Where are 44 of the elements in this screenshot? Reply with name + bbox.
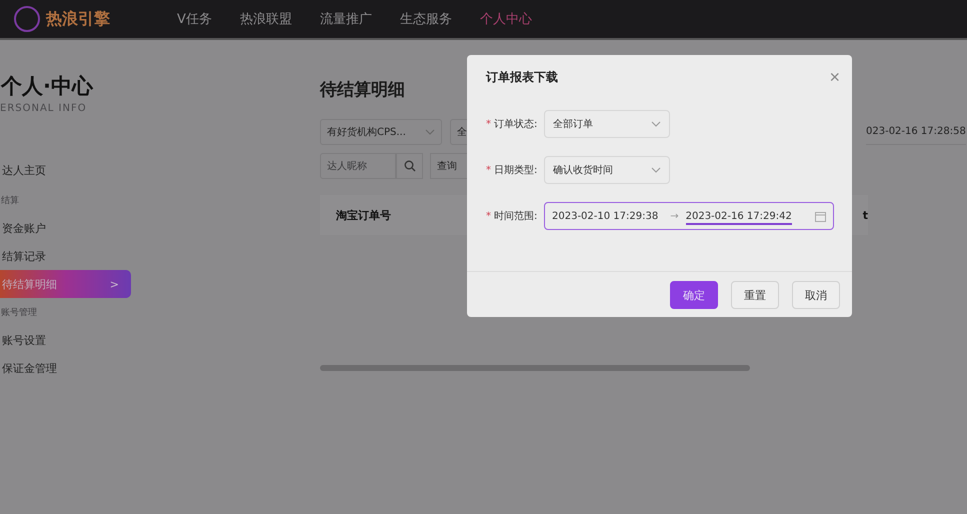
section-label: 账号管理 — [0, 306, 38, 320]
chevron-down-icon — [425, 129, 435, 135]
dialog-button[interactable]: 确定 — [670, 281, 718, 309]
nav-link[interactable]: V任务 — [177, 10, 212, 28]
sidebar-item[interactable]: 保证金管理 — [0, 354, 129, 382]
sidebar-subtitle: ERSONAL INFO — [0, 103, 88, 114]
field-label: * 时间范围: — [486, 210, 538, 223]
field-label: * 日期类型: — [486, 164, 538, 177]
field-label: * 订单状态: — [486, 118, 538, 131]
nav-link[interactable]: 个人中心 — [480, 10, 532, 28]
range-arrow: → — [670, 210, 679, 222]
filter-select[interactable]: 有好货机构CPS... — [320, 119, 442, 145]
section-label: 结算 — [0, 194, 20, 208]
column-header: 淘宝订单号 — [335, 208, 391, 222]
close-button[interactable]: × — [829, 67, 840, 88]
sidebar-title: 个人·中心 — [0, 73, 94, 100]
column-header: t — [862, 208, 868, 222]
select-field[interactable]: 确认收货时间 — [544, 156, 670, 184]
sidebar-item[interactable]: 结算记录 — [0, 242, 129, 270]
date-field[interactable]: 023-02-16 17:28:58 — [866, 120, 966, 144]
sidebar-item[interactable]: 待结算明细 > — [0, 270, 131, 298]
dialog-button[interactable]: 取消 — [792, 281, 840, 309]
sidebar-item[interactable]: 账号设置 — [0, 326, 129, 354]
date-range-field[interactable]: 2023-02-10 17:29:38 → 2023-02-16 17:29:42 — [544, 202, 834, 230]
end-date: 2023-02-16 17:29:42 — [686, 210, 792, 224]
chevron-down-icon — [651, 167, 661, 173]
nav-link[interactable]: 生态服务 — [400, 10, 452, 28]
search-field[interactable]: 达人昵称 — [320, 153, 396, 179]
logo-text: 热浪引擎 — [46, 8, 110, 30]
scrollbar-thumb[interactable] — [320, 365, 750, 371]
nav-link[interactable]: 热浪联盟 — [240, 10, 292, 28]
ring-logo-icon — [12, 4, 42, 34]
search-button[interactable] — [396, 153, 423, 179]
calendar-icon — [815, 210, 826, 222]
search-icon — [404, 160, 416, 172]
sidebar-item[interactable]: 达人主页 — [0, 156, 129, 184]
sidebar-item[interactable]: 资金账户 — [0, 214, 129, 242]
dialog-title: 订单报表下载 — [486, 69, 558, 86]
chevron-down-icon — [651, 121, 661, 127]
nav-link[interactable]: 流量推广 — [320, 10, 372, 28]
start-date: 2023-02-10 17:29:38 — [552, 210, 658, 222]
page-title: 待结算明细 — [320, 79, 406, 101]
dialog-button[interactable]: 重置 — [731, 281, 779, 309]
select-field[interactable]: 全部订单 — [544, 110, 670, 138]
